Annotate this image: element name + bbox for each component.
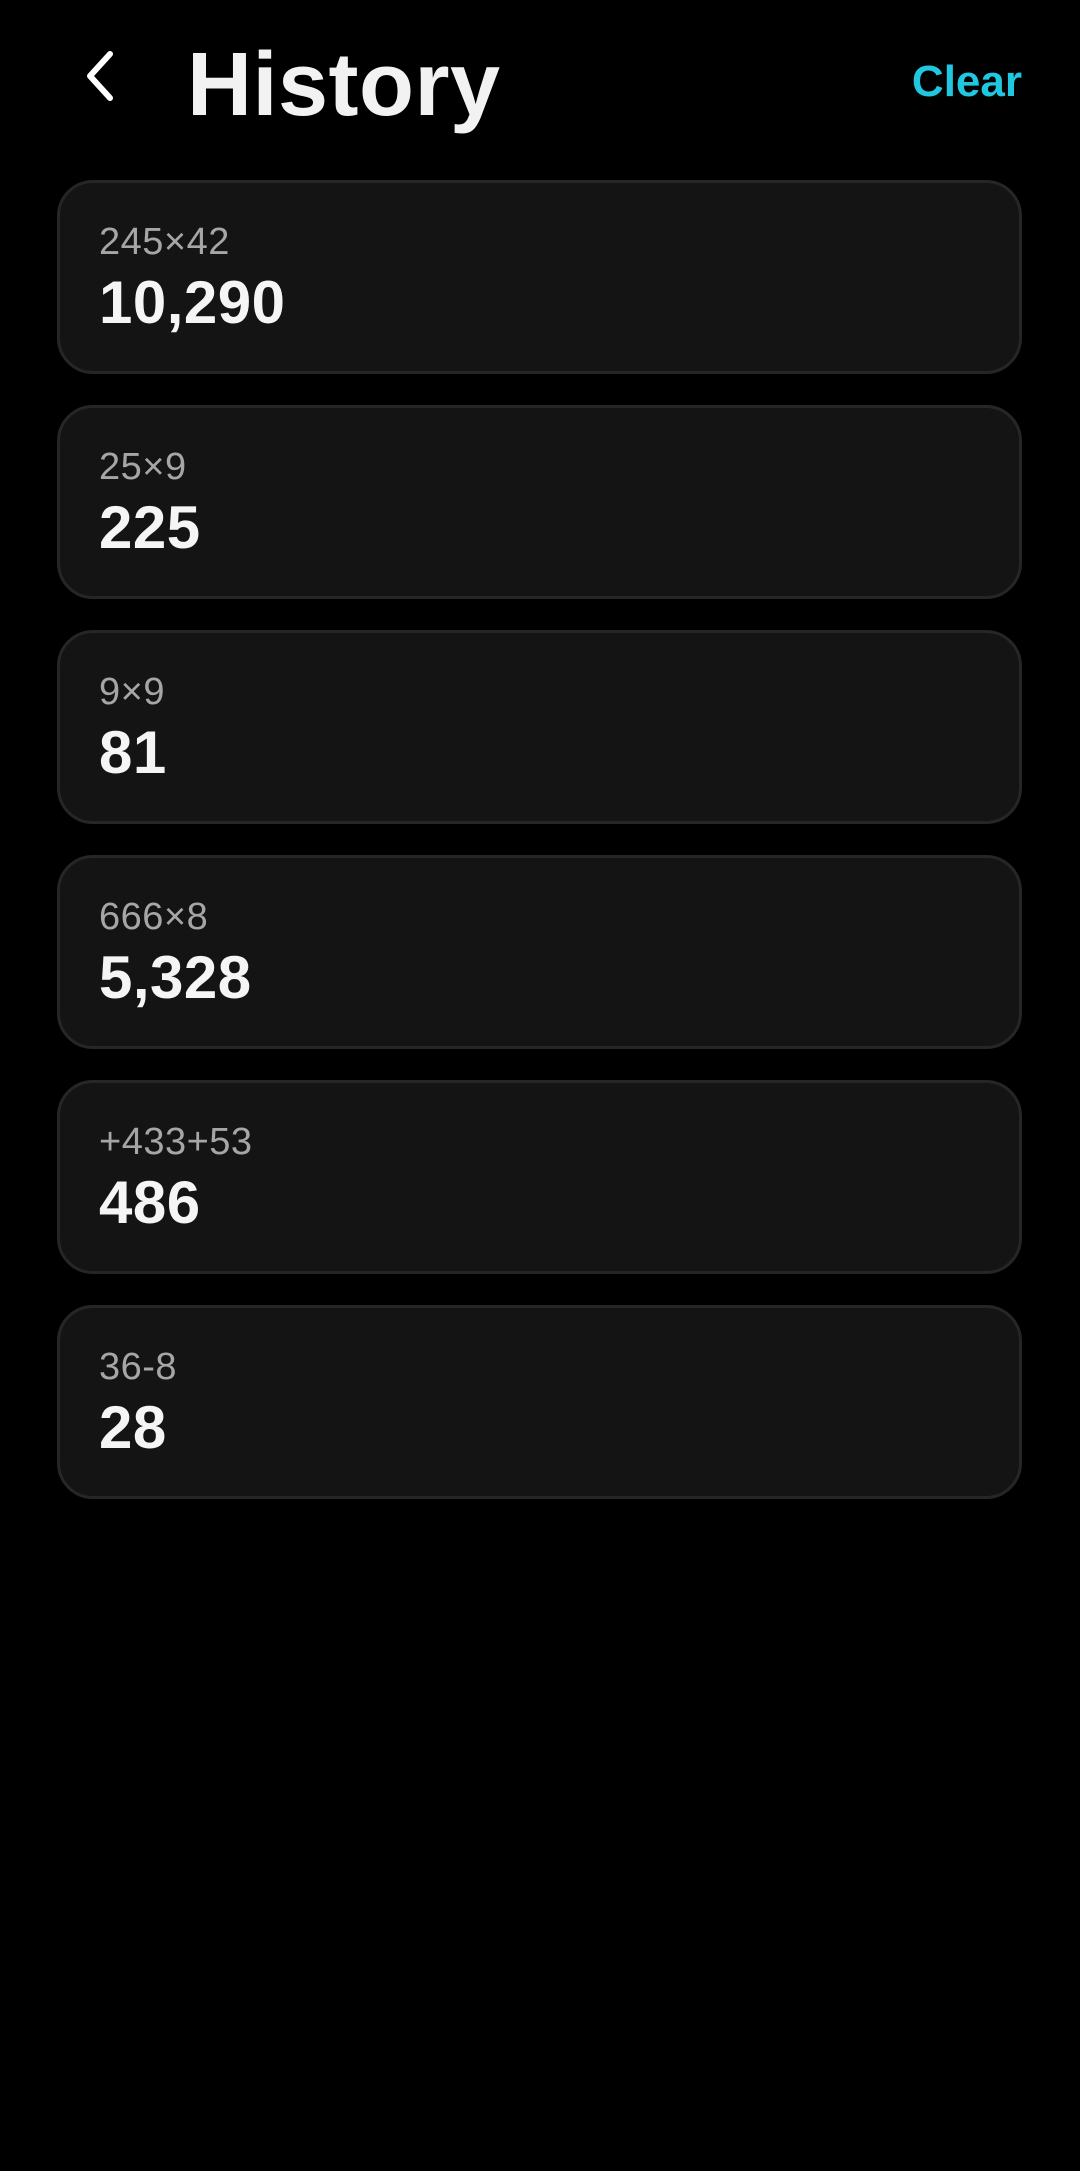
top-app-bar: History Clear — [0, 0, 1080, 160]
history-result: 81 — [99, 719, 167, 786]
history-result: 5,328 — [99, 944, 252, 1011]
history-result: 28 — [99, 1394, 167, 1461]
page-title: History — [187, 35, 501, 135]
history-expression: 245×42 — [99, 221, 230, 263]
back-button[interactable] — [68, 42, 132, 114]
history-expression: 36-8 — [99, 1346, 178, 1388]
history-item[interactable]: +433+53 486 — [57, 1080, 1022, 1274]
history-result: 486 — [99, 1169, 201, 1236]
history-expression: +433+53 — [99, 1121, 253, 1163]
history-item[interactable]: 245×42 10,290 — [57, 180, 1022, 374]
history-item[interactable]: 36-8 28 — [57, 1305, 1022, 1499]
history-item[interactable]: 25×9 225 — [57, 405, 1022, 599]
history-list: 245×42 10,290 25×9 225 9×9 81 666×8 5,32… — [57, 180, 1022, 1530]
history-item[interactable]: 666×8 5,328 — [57, 855, 1022, 1049]
chevron-left-icon — [80, 48, 120, 109]
history-expression: 25×9 — [99, 446, 187, 488]
history-result: 225 — [99, 494, 201, 561]
clear-history-button[interactable]: Clear — [912, 52, 1022, 112]
history-result: 10,290 — [99, 269, 286, 336]
history-expression: 666×8 — [99, 896, 209, 938]
history-item[interactable]: 9×9 81 — [57, 630, 1022, 824]
history-expression: 9×9 — [99, 671, 165, 713]
